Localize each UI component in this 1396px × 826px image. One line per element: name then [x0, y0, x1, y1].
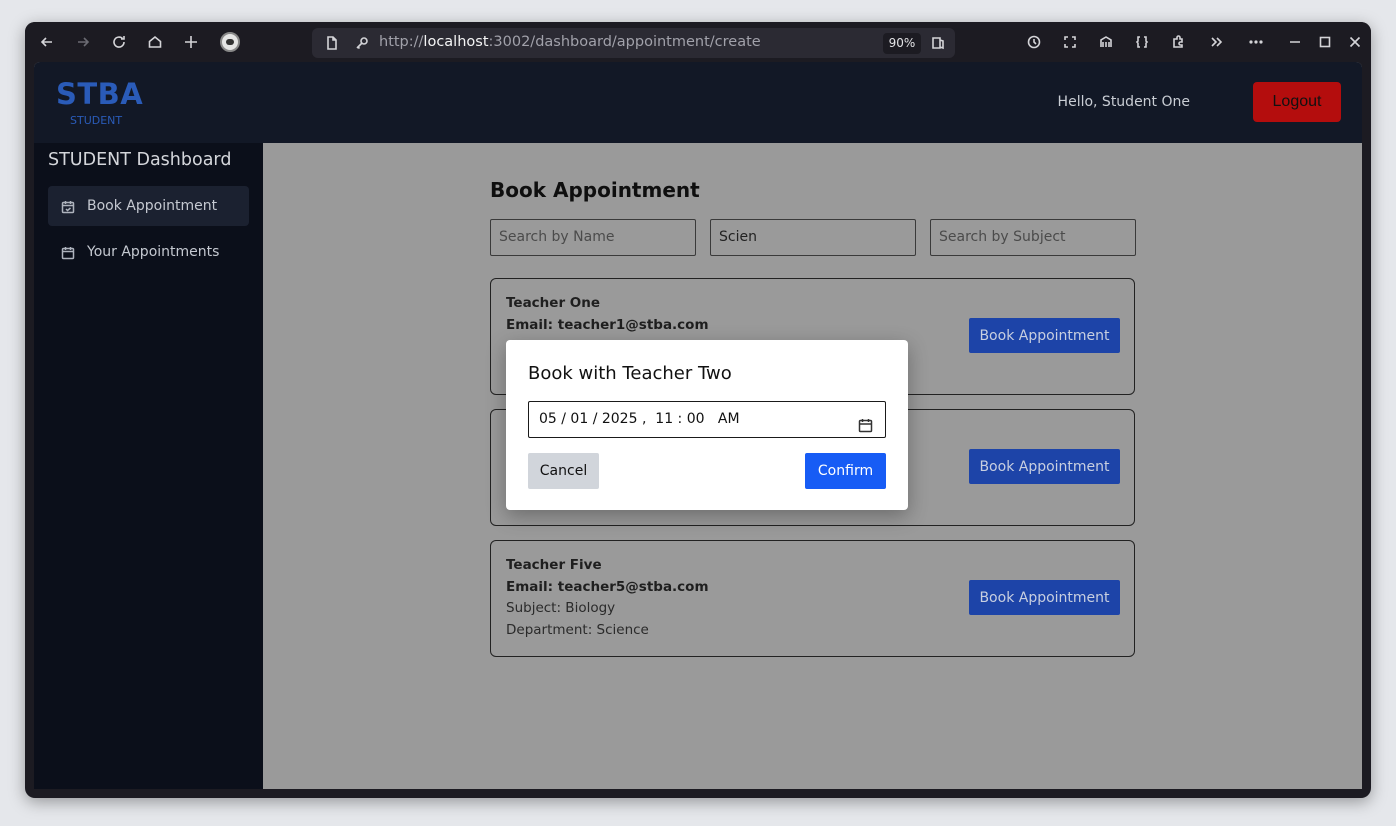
close-icon[interactable]: [1343, 30, 1367, 54]
booking-modal: Book with Teacher Two 05 / 01 / 2025 , 1…: [506, 340, 908, 510]
datetime-value: 05 / 01 / 2025 , 11 : 00 AM: [539, 411, 740, 427]
cancel-button[interactable]: Cancel: [528, 453, 599, 489]
menu-dots-icon[interactable]: [1244, 30, 1268, 54]
new-tab-icon[interactable]: [179, 30, 203, 54]
sidebar-item-book-appointment[interactable]: Book Appointment: [48, 186, 249, 226]
role-label: STUDENT: [70, 114, 123, 127]
forward-icon[interactable]: [71, 30, 95, 54]
maximize-icon[interactable]: [1313, 30, 1337, 54]
page-title: Book Appointment: [490, 178, 700, 202]
teacher-email: Email: teacher1@stba.com: [506, 317, 709, 333]
teacher-name: Teacher Five: [506, 557, 602, 573]
teacher-department: Department: Science: [506, 622, 649, 638]
calendar-picker-icon[interactable]: [858, 412, 873, 433]
devtools-icon[interactable]: [1130, 30, 1154, 54]
book-appointment-button[interactable]: Book Appointment: [969, 449, 1120, 484]
web-page: STBA STUDENT Hello, Student One Logout S…: [34, 62, 1362, 789]
browser-window: http://localhost:3002/dashboard/appointm…: [25, 22, 1371, 798]
history-icon[interactable]: [1022, 30, 1046, 54]
teacher-subject: Subject: Biology: [506, 600, 616, 616]
sidebar-title: STUDENT Dashboard: [48, 150, 232, 170]
calendar-icon: [61, 245, 75, 260]
sidebar: STUDENT Dashboard Book Appointment Your …: [34, 143, 263, 789]
book-appointment-button[interactable]: Book Appointment: [969, 580, 1120, 615]
search-by-subject-input[interactable]: Search by Subject: [930, 219, 1136, 256]
sidebar-item-your-appointments[interactable]: Your Appointments: [48, 232, 249, 272]
page-icon: [320, 31, 344, 55]
app-logo[interactable]: STBA: [56, 77, 143, 111]
minimize-icon[interactable]: [1283, 30, 1307, 54]
browser-toolbar: http://localhost:3002/dashboard/appointm…: [25, 22, 1371, 62]
url-text: http://localhost:3002/dashboard/appointm…: [379, 34, 761, 50]
logout-button[interactable]: Logout: [1253, 82, 1341, 122]
modal-title: Book with Teacher Two: [528, 363, 732, 384]
extensions-icon[interactable]: [1166, 30, 1190, 54]
sidebar-item-label: Your Appointments: [87, 244, 220, 260]
reader-mode-icon[interactable]: [926, 31, 950, 55]
library-icon[interactable]: [1094, 30, 1118, 54]
teacher-card: Teacher Five Email: teacher5@stba.com Su…: [490, 540, 1135, 657]
url-bar[interactable]: http://localhost:3002/dashboard/appointm…: [312, 28, 955, 58]
reload-icon[interactable]: [107, 30, 131, 54]
calendar-check-icon: [61, 199, 75, 214]
url-host: localhost: [423, 34, 489, 50]
confirm-button[interactable]: Confirm: [805, 453, 886, 489]
back-icon[interactable]: [35, 30, 59, 54]
screenshot-icon[interactable]: [1058, 30, 1082, 54]
book-appointment-button[interactable]: Book Appointment: [969, 318, 1120, 353]
search-by-name-input[interactable]: Search by Name: [490, 219, 696, 256]
connection-icon[interactable]: [350, 31, 374, 55]
profile-avatar-icon[interactable]: [220, 32, 240, 52]
home-icon[interactable]: [143, 30, 167, 54]
teacher-name: Teacher One: [506, 295, 601, 311]
teacher-email: Email: teacher5@stba.com: [506, 579, 709, 595]
greeting-text: Hello, Student One: [1057, 94, 1190, 110]
url-scheme: http://: [379, 34, 424, 50]
app-header: STBA STUDENT Hello, Student One Logout: [34, 62, 1362, 143]
url-path: :3002/dashboard/appointment/create: [488, 34, 761, 50]
sidebar-item-label: Book Appointment: [87, 198, 218, 214]
zoom-indicator[interactable]: 90%: [883, 33, 921, 54]
overflow-chevron-icon[interactable]: [1204, 30, 1228, 54]
datetime-input[interactable]: 05 / 01 / 2025 , 11 : 00 AM: [528, 401, 886, 438]
search-by-department-input[interactable]: Scien: [710, 219, 916, 256]
